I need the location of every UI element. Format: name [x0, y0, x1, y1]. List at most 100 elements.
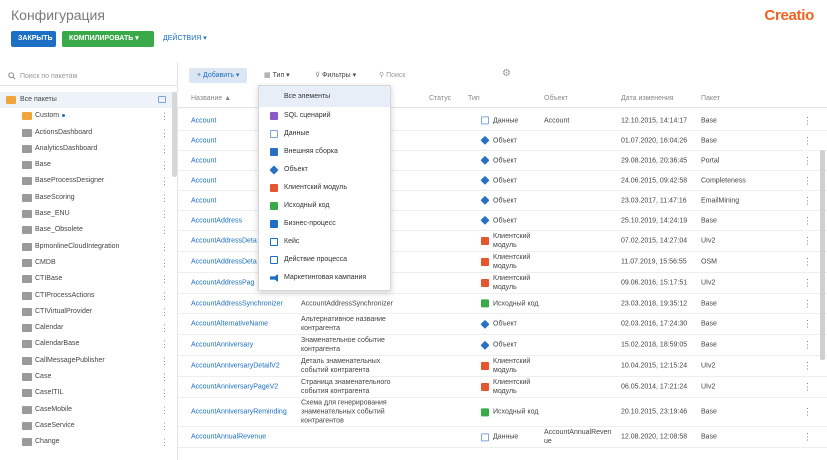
- menu-item-source-code[interactable]: Исходный код: [259, 197, 390, 215]
- package-item[interactable]: CTIProcessActions ⋮: [0, 288, 178, 304]
- package-item[interactable]: ActionsDashboard ⋮: [0, 125, 178, 141]
- kebab-menu-icon[interactable]: ⋮: [160, 418, 169, 434]
- kebab-menu-icon[interactable]: ⋮: [803, 432, 812, 442]
- schema-name-link[interactable]: Account: [191, 176, 216, 185]
- schema-name-link[interactable]: Account: [191, 156, 216, 165]
- menu-item-process-action[interactable]: Действие процесса: [259, 251, 390, 269]
- gear-icon[interactable]: ⚙: [502, 66, 511, 81]
- table-row[interactable]: AccountAddressSynchronizer AccountAddress…: [178, 294, 827, 314]
- kebab-menu-icon[interactable]: ⋮: [160, 157, 169, 173]
- kebab-menu-icon[interactable]: ⋮: [803, 382, 812, 392]
- kebab-menu-icon[interactable]: ⋮: [160, 434, 169, 450]
- schema-name-link[interactable]: AccountAddressDeta: [191, 237, 257, 246]
- package-item[interactable]: CaseService ⋮: [0, 418, 178, 434]
- filters-button[interactable]: ⊽ Фильтры ▾: [315, 68, 356, 83]
- kebab-menu-icon[interactable]: ⋮: [160, 369, 169, 385]
- package-item[interactable]: CMDB ⋮: [0, 255, 178, 271]
- column-type-header[interactable]: Тип: [468, 95, 480, 102]
- kebab-menu-icon[interactable]: ⋮: [803, 196, 812, 205]
- collapse-icon[interactable]: [158, 96, 166, 103]
- kebab-menu-icon[interactable]: ⋮: [803, 176, 812, 185]
- column-status-header[interactable]: Статус: [429, 95, 451, 102]
- kebab-menu-icon[interactable]: ⋮: [803, 216, 812, 225]
- kebab-menu-icon[interactable]: ⋮: [803, 236, 812, 246]
- kebab-menu-icon[interactable]: ⋮: [803, 136, 812, 145]
- menu-item-data[interactable]: Данные: [259, 125, 390, 143]
- kebab-menu-icon[interactable]: ⋮: [803, 257, 812, 267]
- all-packages-item[interactable]: Все пакеты: [0, 92, 178, 109]
- package-item[interactable]: Custom ⋮: [0, 108, 178, 124]
- package-item[interactable]: CaseITIL ⋮: [0, 385, 178, 401]
- schema-name-link[interactable]: AccountAnniversaryReminding: [191, 408, 287, 417]
- compile-button[interactable]: КОМПИЛИРОВАТЬ ▾: [62, 31, 154, 47]
- package-item[interactable]: BpmonlineCloudIntegration ⋮: [0, 239, 178, 255]
- menu-item-object[interactable]: Объект: [259, 161, 390, 179]
- menu-item-external-assembly[interactable]: Внешняя сборка: [259, 143, 390, 161]
- column-object-header[interactable]: Объект: [544, 95, 568, 102]
- schema-name-link[interactable]: Account: [191, 116, 216, 125]
- package-item[interactable]: Change ⋮: [0, 434, 178, 450]
- kebab-menu-icon[interactable]: ⋮: [803, 319, 812, 329]
- schema-name-link[interactable]: AccountAnniversaryPageV2: [191, 383, 278, 392]
- package-item[interactable]: Calendar ⋮: [0, 320, 178, 336]
- package-search[interactable]: Поиск по пакетам: [0, 68, 178, 86]
- kebab-menu-icon[interactable]: ⋮: [160, 108, 169, 124]
- package-item[interactable]: BaseScoring ⋮: [0, 190, 178, 206]
- schema-name-link[interactable]: AccountAddressDeta: [191, 258, 257, 267]
- menu-item-business-process[interactable]: Бизнес-процесс: [259, 215, 390, 233]
- table-row[interactable]: AccountAnniversaryPageV2 Страница знамена…: [178, 377, 827, 398]
- table-row[interactable]: AccountAnniversary Знаменательное событие…: [178, 335, 827, 356]
- kebab-menu-icon[interactable]: ⋮: [160, 206, 169, 222]
- actions-button[interactable]: ДЕЙСТВИЯ ▾: [160, 31, 210, 47]
- kebab-menu-icon[interactable]: ⋮: [160, 190, 169, 206]
- menu-item-client-module[interactable]: Клиентский модуль: [259, 179, 390, 197]
- package-item[interactable]: Base_ENU ⋮: [0, 206, 178, 222]
- package-item[interactable]: CallMessagePublisher ⋮: [0, 353, 178, 369]
- column-name-header[interactable]: Название ▲: [191, 95, 231, 102]
- kebab-menu-icon[interactable]: ⋮: [160, 239, 169, 255]
- menu-item-campaign[interactable]: Маркетинговая кампания: [259, 269, 390, 287]
- table-scrollbar[interactable]: [820, 150, 825, 360]
- table-row[interactable]: AccountAnnualRevenue Данные AccountAnnualR…: [178, 427, 827, 448]
- kebab-menu-icon[interactable]: ⋮: [160, 173, 169, 189]
- kebab-menu-icon[interactable]: ⋮: [803, 340, 812, 350]
- kebab-menu-icon[interactable]: ⋮: [160, 320, 169, 336]
- kebab-menu-icon[interactable]: ⋮: [160, 271, 169, 287]
- kebab-menu-icon[interactable]: ⋮: [160, 353, 169, 369]
- kebab-menu-icon[interactable]: ⋮: [160, 336, 169, 352]
- kebab-menu-icon[interactable]: ⋮: [160, 125, 169, 141]
- add-button[interactable]: + Добавить ▾: [189, 68, 248, 83]
- kebab-menu-icon[interactable]: ⋮: [160, 385, 169, 401]
- close-button[interactable]: ЗАКРЫТЬ: [11, 31, 56, 47]
- kebab-menu-icon[interactable]: ⋮: [803, 407, 812, 417]
- schema-name-link[interactable]: AccountAnniversary: [191, 341, 253, 350]
- schema-name-link[interactable]: AccountAnnualRevenue: [191, 433, 266, 442]
- package-item[interactable]: Base ⋮: [0, 157, 178, 173]
- schema-search-input[interactable]: ⚲ Поиск: [379, 68, 405, 83]
- kebab-menu-icon[interactable]: ⋮: [160, 222, 169, 238]
- schema-name-link[interactable]: AccountAddressSynchronizer: [191, 299, 283, 308]
- kebab-menu-icon[interactable]: ⋮: [160, 255, 169, 271]
- kebab-menu-icon[interactable]: ⋮: [160, 288, 169, 304]
- package-item[interactable]: BaseProcessDesigner ⋮: [0, 173, 178, 189]
- package-item[interactable]: CalendarBase ⋮: [0, 336, 178, 352]
- packages-scrollbar[interactable]: [172, 92, 177, 177]
- kebab-menu-icon[interactable]: ⋮: [160, 304, 169, 320]
- type-filter-button[interactable]: ▦ Тип ▾: [264, 68, 290, 83]
- package-item[interactable]: CaseMobile ⋮: [0, 402, 178, 418]
- kebab-menu-icon[interactable]: ⋮: [160, 141, 169, 157]
- menu-item-case[interactable]: Кейс: [259, 233, 390, 251]
- menu-item-sql[interactable]: SQL сценарий: [259, 107, 390, 125]
- table-row[interactable]: AccountAnniversaryDetailV2 Деталь знамена…: [178, 356, 827, 377]
- kebab-menu-icon[interactable]: ⋮: [803, 299, 812, 308]
- schema-name-link[interactable]: AccountAlternativeName: [191, 320, 268, 329]
- table-row[interactable]: AccountAnniversaryReminding Схема для ген…: [178, 398, 827, 427]
- menu-item-all[interactable]: Все элементы: [259, 86, 390, 107]
- schema-name-link[interactable]: Account: [191, 136, 216, 145]
- package-item[interactable]: CTIBase ⋮: [0, 271, 178, 287]
- package-item[interactable]: Base_Obsolete ⋮: [0, 222, 178, 238]
- package-item[interactable]: CTIVirtualProvider ⋮: [0, 304, 178, 320]
- kebab-menu-icon[interactable]: ⋮: [803, 156, 812, 165]
- package-item[interactable]: Case ⋮: [0, 369, 178, 385]
- schema-name-link[interactable]: AccountAddress: [191, 216, 242, 225]
